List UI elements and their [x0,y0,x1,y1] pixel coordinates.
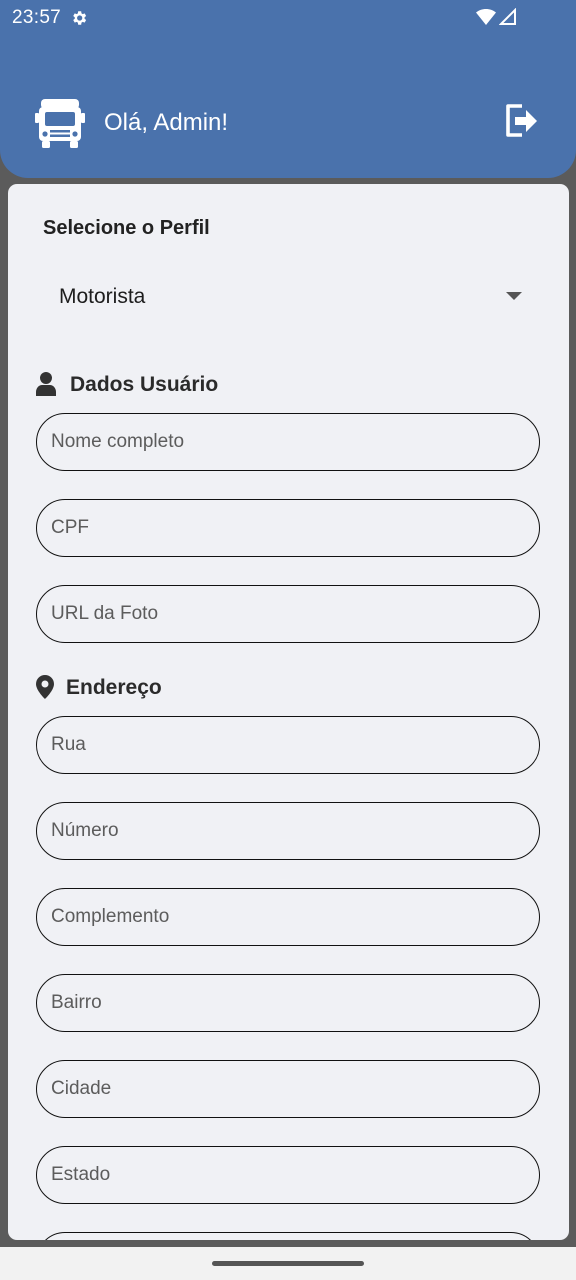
photo-url-input[interactable] [51,586,521,642]
greeting-text: Olá, Admin! [104,109,229,136]
complement-field[interactable] [36,888,540,946]
registration-form-card: Selecione o Perfil Motorista Dados Usuár… [8,184,569,1240]
number-input[interactable] [51,803,521,859]
profile-selected-value: Motorista [59,285,146,308]
logout-icon[interactable] [500,101,540,141]
section-title-user: Dados Usuário [70,373,219,396]
truck-icon [35,99,85,148]
system-navigation-bar [0,1247,576,1280]
photo-url-field[interactable] [36,585,540,643]
caret-down-icon [506,292,522,300]
user-icon [36,372,56,396]
signal-icon [499,8,516,25]
status-bar: 23:57 [0,0,576,36]
city-field[interactable] [36,1060,540,1118]
full-name-field[interactable] [36,413,540,471]
section-title-address: Endereço [66,676,162,699]
profile-select-label: Selecione o Perfil [43,217,210,239]
full-name-input[interactable] [51,414,521,470]
neighborhood-field[interactable] [36,974,540,1032]
street-field[interactable] [36,716,540,774]
profile-dropdown[interactable]: Motorista [43,268,533,324]
home-indicator[interactable] [212,1261,364,1266]
city-input[interactable] [51,1061,521,1117]
street-input[interactable] [51,717,521,773]
state-field[interactable] [36,1146,540,1204]
header-bar: 23:57 Olá, Admin! [0,0,576,178]
neighborhood-input[interactable] [51,975,521,1031]
complement-input[interactable] [51,889,521,945]
app-screen: 23:57 Olá, Admin! Selecione o Perfil Mot… [0,0,576,1280]
location-pin-icon [36,675,54,699]
number-field[interactable] [36,802,540,860]
cpf-field[interactable] [36,499,540,557]
settings-icon [73,11,87,25]
state-input[interactable] [51,1147,521,1203]
status-time: 23:57 [12,7,62,28]
wifi-icon [476,9,496,25]
cpf-input[interactable] [51,500,521,556]
partial-next-field[interactable] [36,1232,540,1240]
